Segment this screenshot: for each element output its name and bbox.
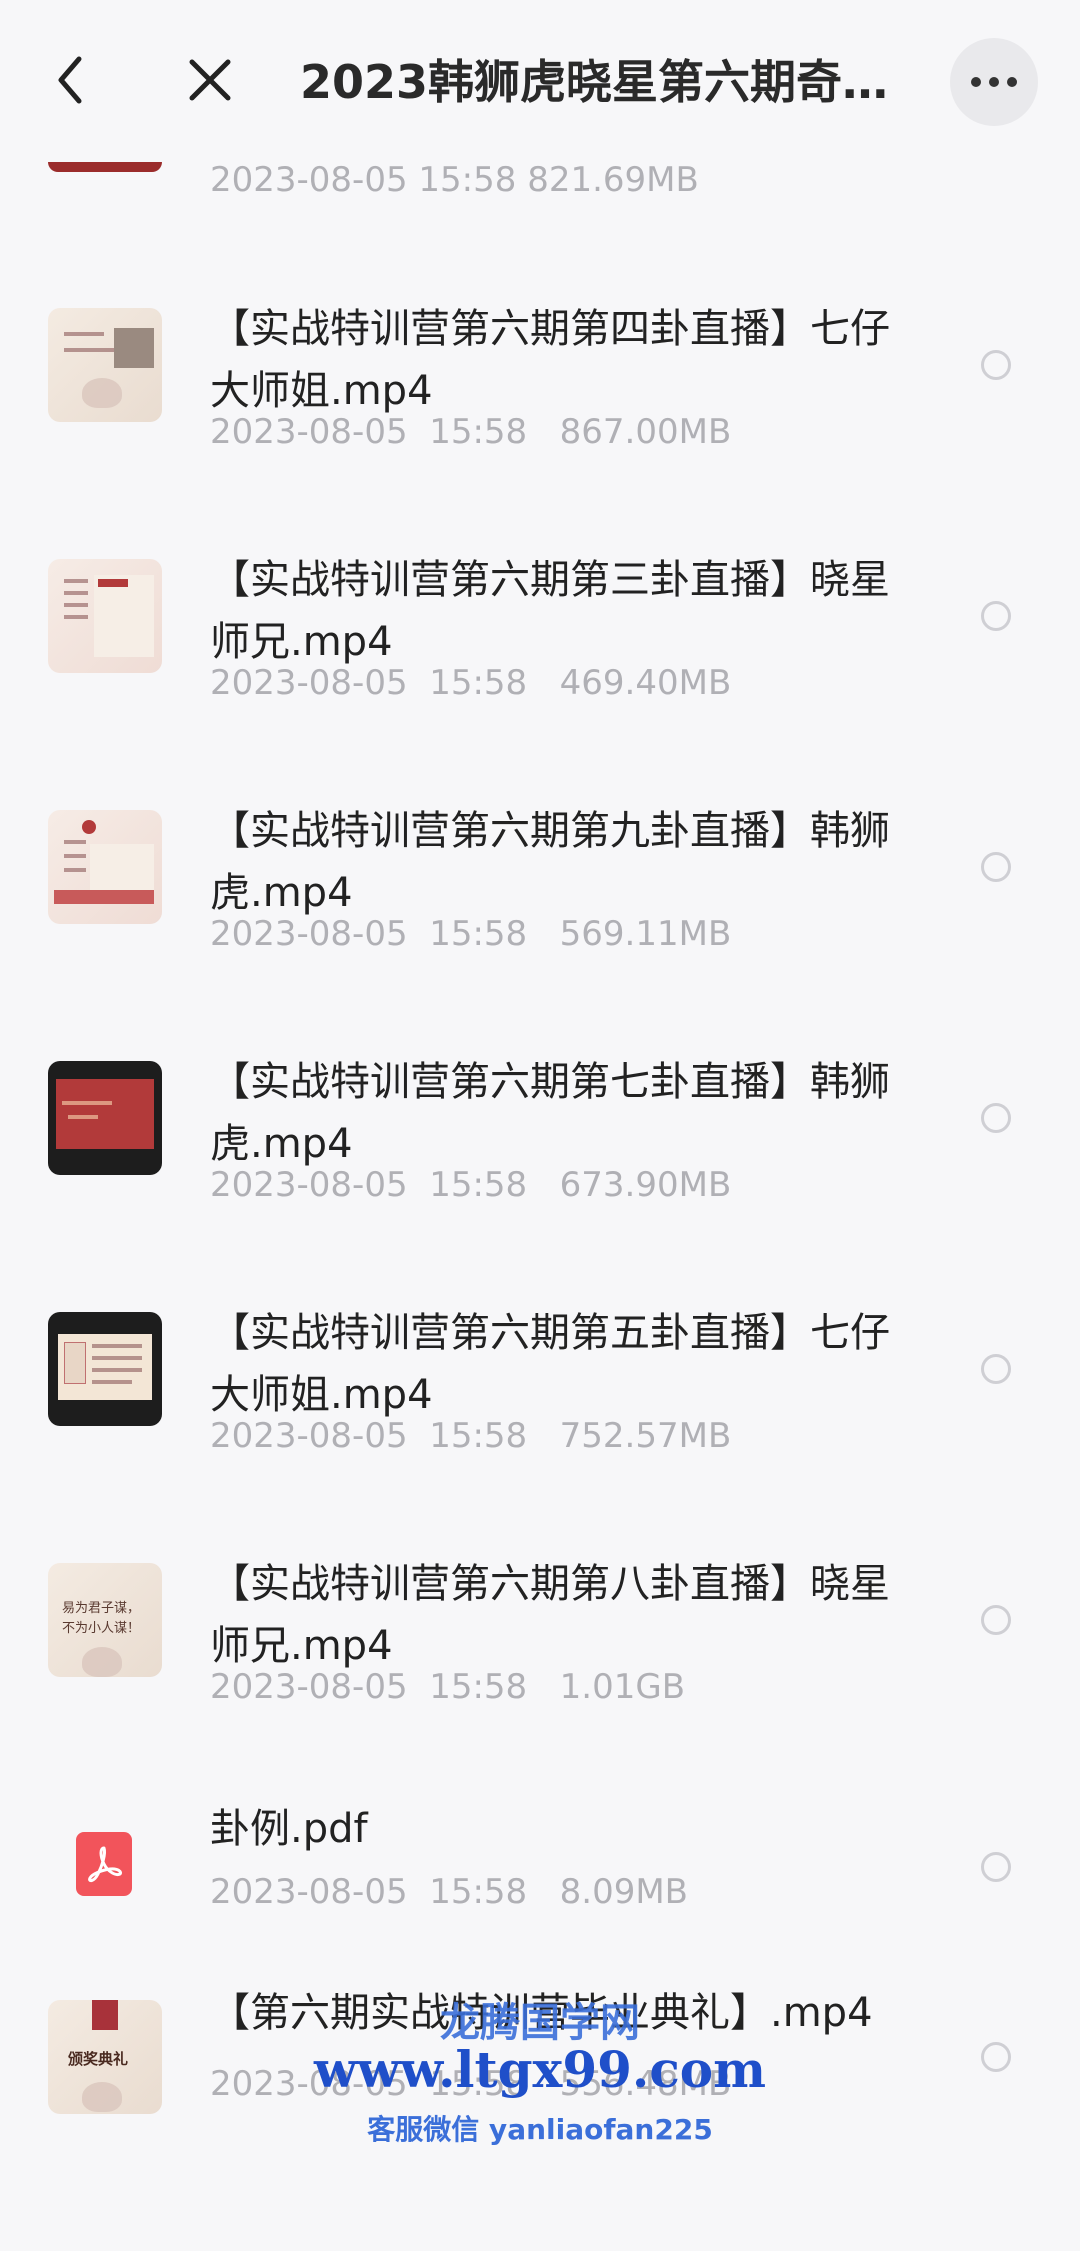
file-name: 【实战特训营第六期第七卦直播】韩狮虎.mp4 (210, 1059, 890, 1167)
list-item[interactable]: 易为君子谋， 不为小人谋！ 【实战特训营第六期第八卦直播】晓星师兄.mp4 20… (0, 1535, 1080, 1786)
page-title: 2023韩狮虎晓星第六期奇… (300, 55, 889, 109)
file-meta: 2023-08-05 15:58 867.00MB (210, 412, 731, 452)
file-size: 752.57MB (559, 1416, 732, 1456)
video-thumbnail (48, 1312, 162, 1426)
file-name: 【实战特训营第六期第八卦直播】晓星师兄.mp4 (210, 1561, 890, 1669)
more-dot-icon (971, 77, 981, 87)
file-size: 1.01GB (559, 1667, 686, 1707)
pdf-file-icon (76, 1832, 132, 1896)
file-size: 569.11MB (559, 914, 732, 954)
file-date: 2023-08-05 15:58 (210, 1667, 528, 1707)
video-thumbnail (48, 810, 162, 924)
list-item[interactable]: 【实战特训营第六期第九卦直播】韩狮虎.mp4 2023-08-05 15:58 … (0, 782, 1080, 1033)
list-item[interactable]: 【实战特训营第六期第三卦直播】晓星师兄.mp4 2023-08-05 15:58… (0, 531, 1080, 782)
file-meta: 2023-08-05 15:58 469.40MB (210, 663, 731, 703)
watermark-contact: 客服微信 yanliaofan225 (367, 2113, 713, 2146)
file-size: 8.09MB (559, 1872, 689, 1912)
video-thumbnail (48, 559, 162, 673)
file-meta: 2023-08-05 15:58 1.01GB (210, 1667, 685, 1707)
file-name: 【实战特训营第六期第四卦直播】七仔大师姐.mp4 (210, 306, 890, 414)
select-radio[interactable] (981, 350, 1011, 380)
back-button[interactable] (40, 40, 100, 120)
file-date: 2023-08-05 15:58 (210, 1872, 528, 1912)
file-name: 【实战特训营第六期第九卦直播】韩狮虎.mp4 (210, 808, 890, 916)
file-date: 2023-08-05 15:58 (210, 914, 528, 954)
select-radio[interactable] (981, 852, 1011, 882)
file-meta: 2023-08-05 15:58 752.57MB (210, 1416, 731, 1456)
select-radio[interactable] (981, 1103, 1011, 1133)
select-radio[interactable] (981, 1852, 1011, 1882)
file-date: 2023-08-05 15:58 (210, 1416, 528, 1456)
video-thumbnail (48, 308, 162, 422)
more-dot-icon (989, 77, 999, 87)
file-name: 卦例.pdf (210, 1806, 368, 1852)
file-meta: 2023-08-05 15:58 8.09MB (210, 1872, 688, 1912)
file-size: 673.90MB (559, 1165, 732, 1205)
acrobat-icon (88, 1846, 122, 1883)
list-item[interactable]: 【实战特训营第六期第五卦直播】七仔大师姐.mp4 2023-08-05 15:5… (0, 1284, 1080, 1535)
video-thumbnail: 易为君子谋， 不为小人谋！ (48, 1563, 162, 1677)
file-name: 【实战特训营第六期第五卦直播】七仔大师姐.mp4 (210, 1310, 890, 1418)
watermark-url: www.ltgx99.com (313, 2040, 767, 2099)
file-date: 2023-08-05 15:58 (210, 412, 528, 452)
file-name: 【实战特训营第六期第三卦直播】晓星师兄.mp4 (210, 557, 890, 665)
file-meta: 2023-08-05 15:58 569.11MB (210, 914, 731, 954)
more-options-button[interactable] (950, 38, 1038, 126)
close-button[interactable] (175, 40, 245, 120)
list-item[interactable]: 卦例.pdf 2023-08-05 15:58 8.09MB (0, 1786, 1080, 2000)
top-bar: 2023韩狮虎晓星第六期奇… (0, 0, 1080, 162)
list-item[interactable]: 【实战特训营第六期第四卦直播】七仔大师姐.mp4 2023-08-05 15:5… (0, 280, 1080, 531)
file-date: 2023-08-05 15:58 (210, 663, 528, 703)
file-size: 867.00MB (559, 412, 732, 452)
close-icon (189, 59, 231, 101)
file-meta: 2023-08-05 15:58 821.69MB (210, 160, 699, 200)
calligraphy-text: 易为君子谋， 不为小人谋！ (62, 1601, 141, 1636)
list-item[interactable]: 【实战特训营第六期第七卦直播】韩狮虎.mp4 2023-08-05 15:58 … (0, 1033, 1080, 1284)
file-date: 2023-08-05 15:58 (210, 1165, 528, 1205)
select-radio[interactable] (981, 1605, 1011, 1635)
select-radio[interactable] (981, 1354, 1011, 1384)
file-list: 【实战特训营第六期第四卦直播】七仔大师姐.mp4 2023-08-05 15:5… (0, 280, 1080, 2251)
select-radio[interactable] (981, 601, 1011, 631)
chevron-left-icon (58, 56, 82, 104)
file-size: 469.40MB (559, 663, 732, 703)
more-dot-icon (1007, 77, 1017, 87)
video-thumbnail (48, 1061, 162, 1175)
file-meta: 2023-08-05 15:58 673.90MB (210, 1165, 731, 1205)
